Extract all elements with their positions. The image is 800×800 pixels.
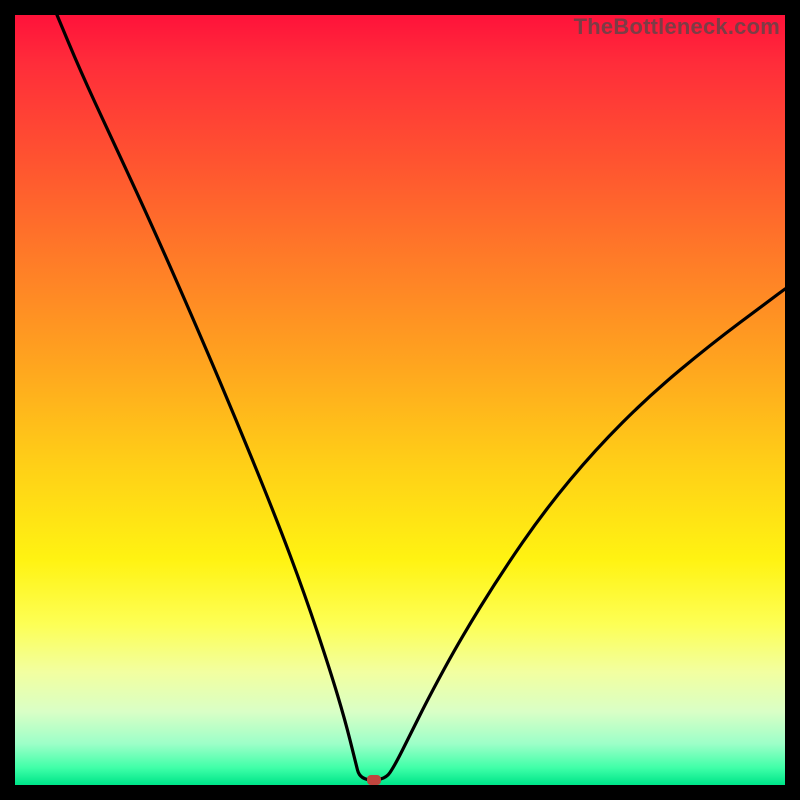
chart-stage: TheBottleneck.com — [0, 0, 800, 800]
watermark-text: TheBottleneck.com — [574, 14, 780, 40]
optimal-point-marker — [367, 775, 381, 785]
bottleneck-curve — [0, 0, 800, 800]
